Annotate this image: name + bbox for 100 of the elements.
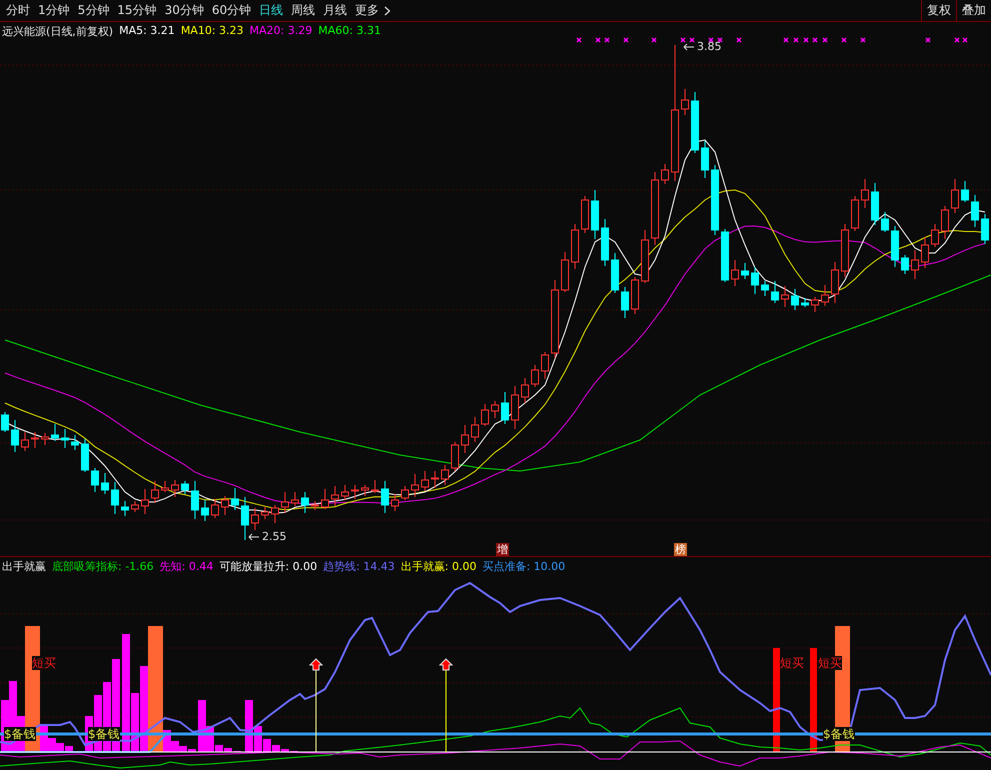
period-tab[interactable]: 日线 <box>255 0 288 21</box>
indicator-title: 出手就赢 <box>2 559 46 574</box>
candlestick <box>121 500 129 516</box>
candlestick <box>721 228 729 282</box>
candlestick <box>701 140 709 178</box>
candlestick <box>131 500 139 512</box>
candlestick <box>51 424 59 442</box>
candlestick <box>541 352 549 380</box>
period-tab[interactable]: 15分钟 <box>113 0 161 21</box>
candlestick <box>471 416 479 442</box>
candlestick <box>921 236 929 268</box>
period-tab[interactable]: 月线 <box>319 0 352 21</box>
candlestick <box>931 224 939 248</box>
signal-label: 短买 <box>32 656 56 670</box>
period-tab[interactable]: 60分钟 <box>208 0 256 21</box>
candlestick <box>891 226 899 268</box>
candlestick <box>291 492 299 506</box>
candlestick <box>461 424 469 454</box>
candlestick <box>961 180 969 202</box>
ma-value: MA5: 3.21 <box>119 24 175 39</box>
candlestick <box>791 288 799 310</box>
candlestick <box>711 164 719 236</box>
candlestick <box>761 280 769 296</box>
candlestick <box>301 492 309 514</box>
candlestick <box>41 432 49 446</box>
candlestick <box>631 276 639 314</box>
candlestick <box>691 92 699 154</box>
period-tab[interactable]: 30分钟 <box>160 0 208 21</box>
indicator-value: 底部吸筹指标: -1.66 <box>52 559 154 574</box>
candlestick <box>321 488 329 510</box>
candlestick <box>941 206 949 240</box>
candlestick <box>821 284 829 306</box>
period-tab[interactable]: 5分钟 <box>74 0 114 21</box>
signal-label: 短买 <box>818 656 842 670</box>
candlestick <box>61 428 69 448</box>
candlestick <box>281 492 289 514</box>
candlestick <box>171 480 179 498</box>
candlestick <box>381 480 389 514</box>
candlestick <box>811 296 819 312</box>
candlestick <box>861 178 869 208</box>
candlestick <box>401 486 409 500</box>
candlestick <box>501 392 509 424</box>
event-tag: 增 <box>496 543 509 556</box>
chevron-right-icon <box>384 6 392 16</box>
indicator-value: 买点准备: 10.00 <box>482 559 566 574</box>
candlestick <box>181 480 189 494</box>
candlestick <box>491 400 499 418</box>
candlestick <box>351 484 359 500</box>
candlestick <box>421 470 429 492</box>
candlestick <box>231 488 239 510</box>
candlestick <box>841 224 849 278</box>
event-tag: 榜 <box>674 543 687 556</box>
candlestick <box>751 266 759 294</box>
candlestick <box>361 484 369 496</box>
candlestick <box>451 442 459 472</box>
candlestick <box>1 412 9 432</box>
candlestick <box>681 88 689 116</box>
candlestick <box>521 378 529 404</box>
toolbar-button[interactable]: 叠加 <box>956 0 991 21</box>
candlestick <box>441 464 449 486</box>
up-arrow-icon <box>308 658 324 752</box>
candlestick <box>741 262 749 280</box>
up-arrow-icon <box>438 658 454 752</box>
candlestick <box>511 386 519 430</box>
indicator-value: 可能放量拉升: 0.00 <box>219 559 318 574</box>
period-tab[interactable]: 周线 <box>287 0 320 21</box>
candlestick <box>71 434 79 450</box>
candlestick <box>661 164 669 184</box>
candlestick <box>111 482 119 514</box>
candlestick <box>331 486 339 506</box>
candlestick <box>771 280 779 304</box>
toolbar-button[interactable]: 复权 <box>921 0 956 21</box>
candlestick <box>601 218 609 266</box>
candlestick <box>561 252 569 292</box>
candlestick <box>901 254 909 274</box>
ma-value: MA60: 3.31 <box>318 24 381 39</box>
candlestick <box>881 212 889 232</box>
period-tab[interactable]: 分时 <box>2 0 34 21</box>
candlestick <box>781 286 789 308</box>
candlestick <box>101 472 109 494</box>
more-tab[interactable]: 更多 <box>351 0 396 21</box>
candlestick <box>31 432 39 448</box>
candlestick <box>11 420 19 452</box>
signal-label: $备钱 <box>823 727 855 741</box>
candlestick <box>151 480 159 504</box>
candlestick <box>641 230 649 284</box>
candlestick <box>341 484 349 500</box>
candlestick <box>221 496 229 516</box>
candlestick <box>851 196 859 232</box>
candlestick <box>571 224 579 270</box>
candlestick <box>531 364 539 388</box>
period-tab[interactable]: 1分钟 <box>34 0 74 21</box>
candlestick <box>831 262 839 304</box>
candlestick <box>971 194 979 228</box>
candlestick <box>201 500 209 522</box>
arrow-left-icon <box>683 42 695 50</box>
candlestick <box>911 250 919 280</box>
candlestick <box>141 488 149 514</box>
candlestick <box>261 506 269 520</box>
candlestick <box>731 260 739 286</box>
